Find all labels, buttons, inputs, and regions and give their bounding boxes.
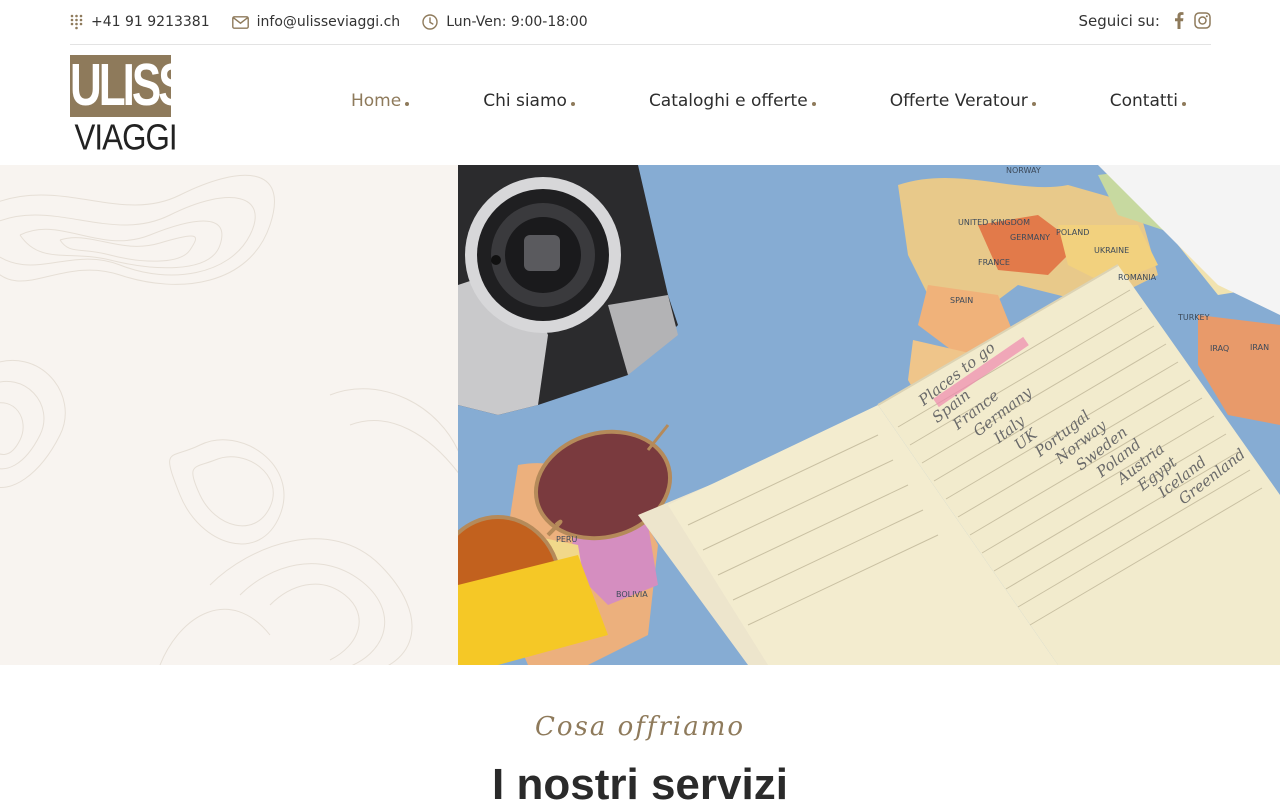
phone-info[interactable]: +41 91 9213381 xyxy=(70,14,210,30)
svg-text:SPAIN: SPAIN xyxy=(950,296,973,305)
services-kicker: Cosa offriamo xyxy=(534,712,746,742)
nav-item-home[interactable]: Home xyxy=(351,91,410,111)
hero-topo-panel xyxy=(0,165,458,665)
svg-text:IRAN: IRAN xyxy=(1250,343,1269,352)
svg-text:IRAQ: IRAQ xyxy=(1210,344,1229,353)
svg-text:TURKEY: TURKEY xyxy=(1177,313,1210,322)
nav-item-contatti[interactable]: Contatti xyxy=(1110,91,1186,111)
clock-icon xyxy=(422,14,438,30)
travel-photo: Places to go Spain France Germany Italy … xyxy=(458,165,1280,665)
instagram-icon[interactable] xyxy=(1194,12,1211,29)
logo-top: ULISSE xyxy=(70,52,214,119)
contact-info: +41 91 9213381 info@ulisseviaggi.ch Lun-… xyxy=(70,14,588,30)
phone-number[interactable]: +41 91 9213381 xyxy=(91,14,210,30)
svg-text:NORWAY: NORWAY xyxy=(1006,166,1041,175)
svg-text:ROMANIA: ROMANIA xyxy=(1118,273,1157,282)
hero: Places to go Spain France Germany Italy … xyxy=(0,165,1280,665)
main-nav: Home Chi siamo Cataloghi e offerte Offer… xyxy=(351,91,1186,111)
topographic-pattern xyxy=(0,174,458,665)
nav-item-cataloghi[interactable]: Cataloghi e offerte xyxy=(649,91,816,111)
svg-text:UKRAINE: UKRAINE xyxy=(1094,246,1129,255)
logo-bottom: VIAGGI xyxy=(74,118,177,158)
opening-hours: Lun-Ven: 9:00-18:00 xyxy=(446,14,588,30)
follow-label: Seguici su: xyxy=(1078,11,1160,30)
site-header: ULISSE VIAGGI Home Chi siamo Cataloghi e… xyxy=(0,45,1280,165)
nav-item-veratour[interactable]: Offerte Veratour xyxy=(890,91,1036,111)
nav-dot xyxy=(811,102,816,106)
svg-text:PERU: PERU xyxy=(556,535,577,544)
social-links xyxy=(1174,12,1211,29)
nav-item-chi-siamo[interactable]: Chi siamo xyxy=(483,91,575,111)
svg-text:BOLIVIA: BOLIVIA xyxy=(616,590,648,599)
hours-info: Lun-Ven: 9:00-18:00 xyxy=(422,14,588,30)
nav-dot xyxy=(1031,102,1036,106)
logo[interactable]: ULISSE VIAGGI xyxy=(70,52,214,158)
email-address[interactable]: info@ulisseviaggi.ch xyxy=(257,14,401,30)
hero-image: Places to go Spain France Germany Italy … xyxy=(458,165,1280,665)
nav-dot xyxy=(405,102,410,106)
mail-icon xyxy=(231,15,249,29)
top-bar: +41 91 9213381 info@ulisseviaggi.ch Lun-… xyxy=(70,0,1211,45)
email-info[interactable]: info@ulisseviaggi.ch xyxy=(231,14,401,30)
nav-dot xyxy=(570,102,575,106)
nav-dot xyxy=(1181,102,1186,106)
svg-text:GERMANY: GERMANY xyxy=(1010,233,1050,242)
social-block: Seguici su: xyxy=(1078,12,1211,30)
svg-text:UNITED KINGDOM: UNITED KINGDOM xyxy=(958,218,1030,227)
svg-text:POLAND: POLAND xyxy=(1056,228,1089,237)
phone-dots-icon xyxy=(70,14,83,30)
svg-text:FRANCE: FRANCE xyxy=(978,258,1010,267)
services-title: I nostri servizi xyxy=(492,760,788,800)
facebook-icon[interactable] xyxy=(1174,12,1184,29)
